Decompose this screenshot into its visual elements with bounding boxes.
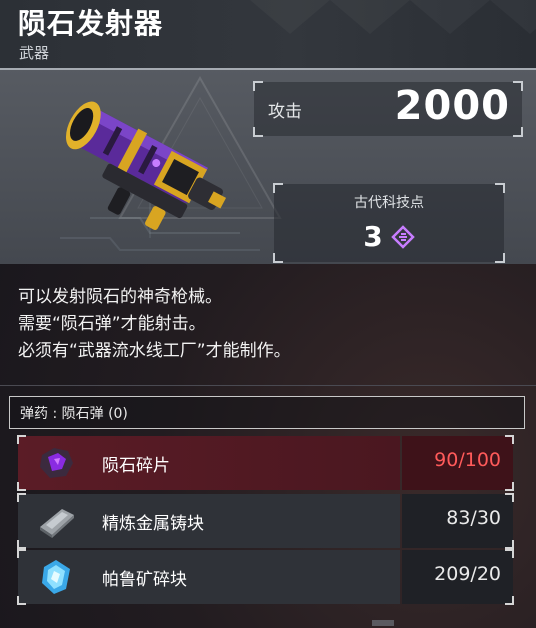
material-name: 帕鲁矿碎块 — [102, 570, 187, 590]
material-count: 90/100 — [434, 449, 501, 471]
paldium-fragment-icon — [42, 560, 70, 594]
tech-point-label: 古代科技点 — [354, 195, 424, 211]
material-count: 83/30 — [446, 507, 501, 529]
tech-point-cost: 古代科技点 3 — [273, 183, 505, 263]
item-title: 陨石发射器 — [18, 7, 164, 40]
header-decoration — [490, 0, 536, 34]
attack-label: 攻击 — [268, 102, 302, 122]
item-description: 可以发射陨石的神奇枪械。 需要“陨石弹”才能射击。 必须有“武器流水线工厂”才能… — [18, 284, 291, 365]
material-row: 陨石碎片 90/100 — [17, 435, 514, 491]
ancient-tech-point-icon — [390, 224, 415, 249]
material-name: 陨石碎片 — [102, 456, 170, 476]
ammo-info: 弹药 : 陨石弹 (0) — [9, 396, 525, 429]
ammo-text: 弹药 : 陨石弹 (0) — [20, 406, 128, 422]
header-decoration — [330, 0, 410, 34]
description-line: 可以发射陨石的神奇枪械。 — [18, 287, 222, 307]
item-header: 陨石发射器 武器 — [0, 0, 536, 68]
meteorite-fragment-icon — [40, 448, 73, 478]
item-category: 武器 — [19, 44, 50, 62]
section-divider — [0, 385, 536, 386]
description-line: 需要“陨石弹”才能射击。 — [18, 314, 206, 334]
description-line: 必须有“武器流水线工厂”才能制作。 — [18, 341, 291, 361]
refined-ingot-icon — [40, 509, 74, 538]
material-row: 精炼金属铸块 83/30 — [17, 493, 514, 549]
tech-point-value: 3 — [363, 220, 383, 253]
attack-stat: 攻击 2000 — [253, 81, 523, 137]
attack-value: 2000 — [394, 83, 510, 129]
material-name: 精炼金属铸块 — [102, 514, 204, 534]
header-decoration — [250, 0, 330, 34]
header-decoration — [410, 0, 490, 34]
scroll-indicator — [372, 620, 394, 626]
item-panel: 攻击 2000 古代科技点 3 — [0, 68, 536, 264]
meteor-launcher-icon — [65, 101, 227, 230]
material-count: 209/20 — [434, 563, 501, 585]
material-row: 帕鲁矿碎块 209/20 — [17, 549, 514, 605]
